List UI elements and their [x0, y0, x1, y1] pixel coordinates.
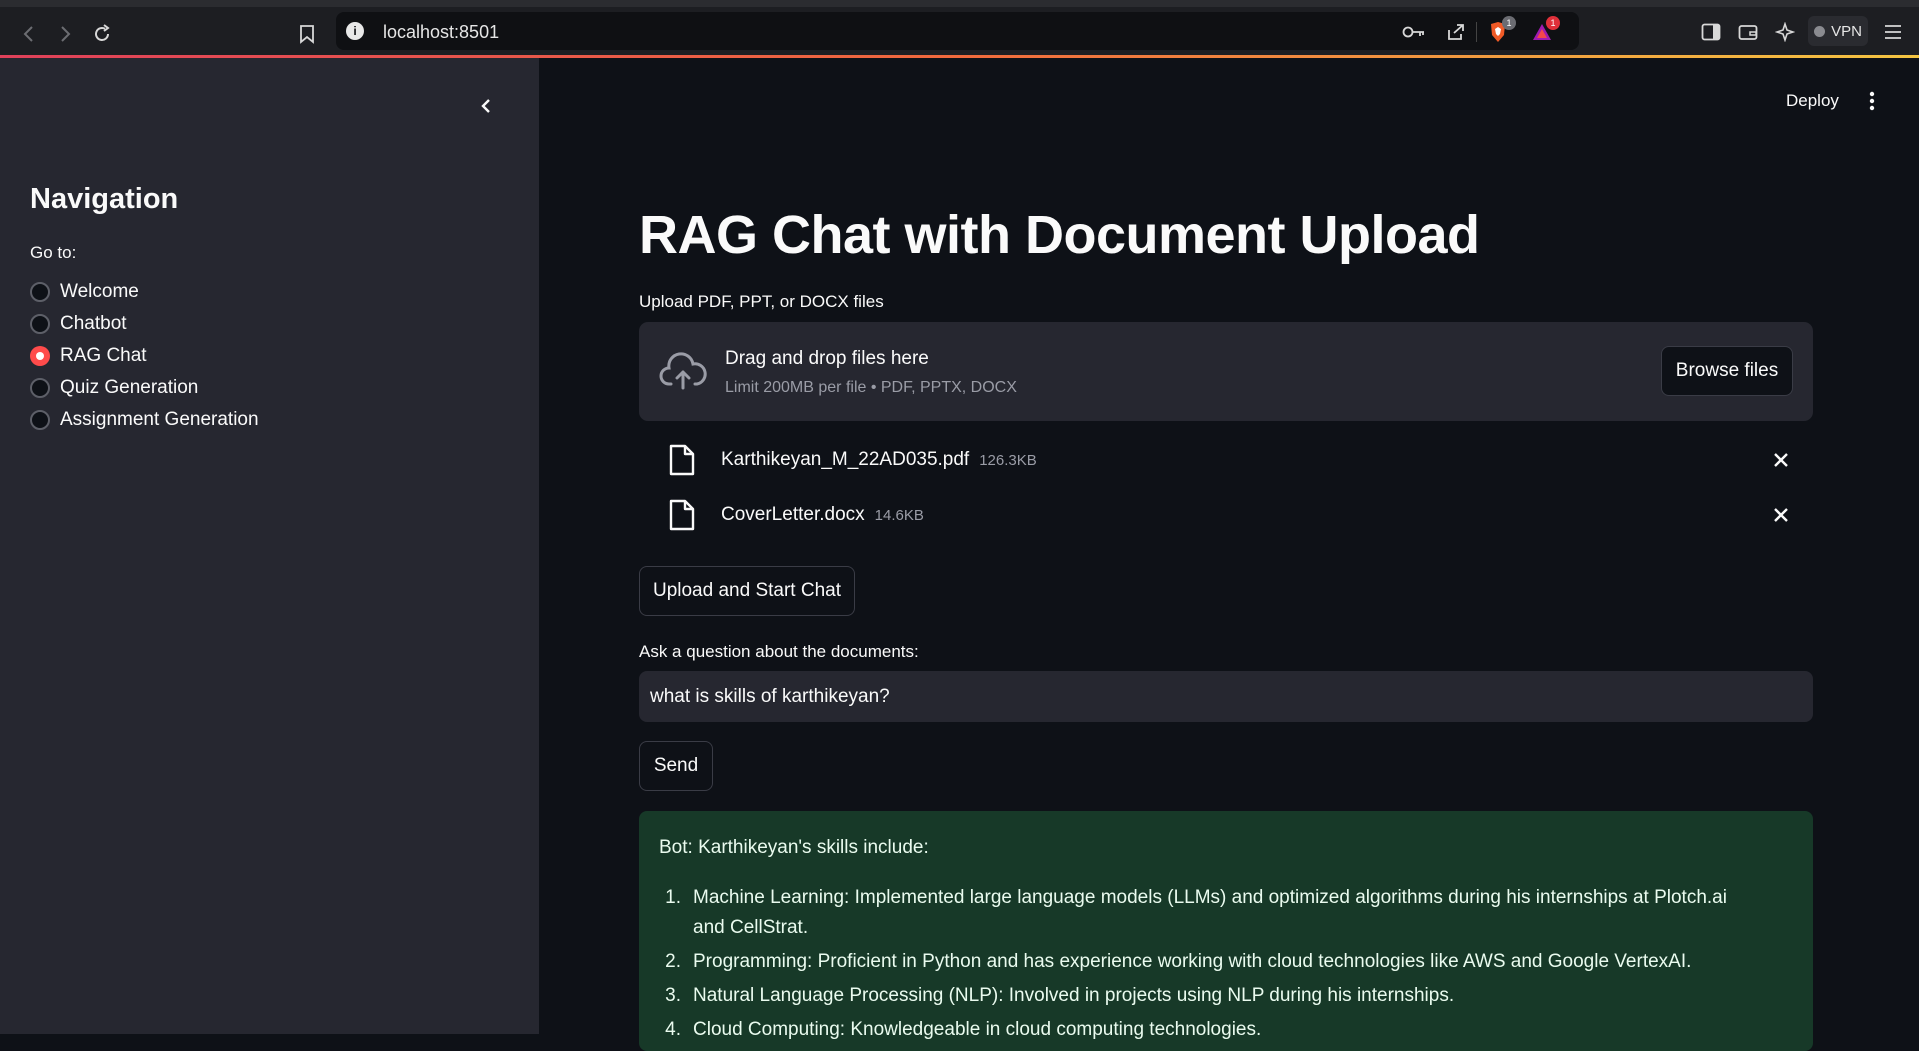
file-dropzone[interactable]: Drag and drop files here Limit 200MB per… [639, 322, 1813, 421]
chevron-right-icon [61, 26, 71, 42]
answer-list: 1. Machine Learning: Implemented large l… [659, 883, 1779, 1049]
remove-file-button[interactable] [1769, 503, 1793, 527]
dropzone-limit-text: Limit 200MB per file • PDF, PPTX, DOCX [725, 379, 1017, 396]
brave-shields-icon[interactable]: 1 [1486, 16, 1516, 44]
nav-option-label: Welcome [60, 281, 139, 302]
reload-button[interactable] [87, 19, 117, 49]
more-vertical-icon [1869, 91, 1875, 111]
bot-answer-box: Bot: Karthikeyan's skills include: 1. Ma… [639, 811, 1813, 1051]
page-title: RAG Chat with Document Upload [639, 205, 1480, 265]
nav-option-label: Chatbot [60, 313, 127, 334]
list-item-number: 4. [665, 1019, 681, 1040]
radio-button-selected[interactable] [30, 346, 50, 366]
radio-button[interactable] [30, 410, 50, 430]
leo-ai-icon[interactable] [1772, 19, 1798, 45]
wallet-icon[interactable] [1735, 19, 1761, 45]
nav-option-label: Assignment Generation [60, 409, 259, 430]
upload-and-start-chat-button[interactable]: Upload and Start Chat [639, 566, 855, 616]
cloud-upload-icon [659, 352, 707, 392]
nav-option-welcome[interactable]: Welcome [30, 276, 259, 308]
collapse-sidebar-button[interactable] [474, 94, 498, 118]
file-icon [665, 498, 699, 532]
bookmark-icon [300, 25, 314, 44]
vpn-status-icon [1814, 25, 1826, 37]
bookmark-button[interactable] [292, 19, 322, 49]
radio-button[interactable] [30, 314, 50, 334]
file-name: Karthikeyan_M_22AD035.pdf [721, 449, 970, 470]
chevron-left-icon [481, 99, 490, 113]
list-item-text: Natural Language Processing (NLP): Invol… [693, 985, 1455, 1006]
goto-label: Go to: [30, 243, 77, 262]
radio-button[interactable] [30, 282, 50, 302]
forward-button[interactable] [50, 19, 80, 49]
sidebar: Navigation Go to: Welcome Chatbot RAG Ch… [0, 58, 539, 1034]
deploy-button[interactable]: Deploy [1786, 91, 1839, 111]
list-item: 3. Natural Language Processing (NLP): In… [659, 981, 1779, 1011]
remove-file-button[interactable] [1769, 448, 1793, 472]
address-bar[interactable]: i localhost:8501 1 1 [336, 12, 1579, 50]
list-item-number: 1. [665, 887, 681, 908]
menu-hamburger-icon[interactable] [1880, 19, 1906, 45]
list-item-number: 3. [665, 985, 681, 1006]
brave-badge: 1 [1502, 16, 1516, 30]
file-uploader-label: Upload PDF, PPT, or DOCX files [639, 292, 884, 311]
radio-button[interactable] [30, 378, 50, 398]
sidebar-title: Navigation [30, 183, 179, 215]
close-icon [1774, 508, 1788, 522]
list-item-text: Machine Learning: Implemented large lang… [693, 887, 1727, 938]
list-item: 2. Programming: Proficient in Python and… [659, 947, 1779, 977]
reload-icon [95, 24, 110, 41]
uploaded-file-row: CoverLetter.docx 14.6KB [665, 497, 1805, 533]
nav-option-quiz-generation[interactable]: Quiz Generation [30, 372, 259, 404]
chevron-left-icon [23, 26, 33, 42]
list-item: 4. Cloud Computing: Knowledgeable in clo… [659, 1015, 1779, 1045]
toolbar-divider [1476, 22, 1477, 42]
nav-option-assignment-generation[interactable]: Assignment Generation [30, 404, 259, 436]
uploaded-file-row: Karthikeyan_M_22AD035.pdf 126.3KB [665, 442, 1805, 478]
list-item-number: 2. [665, 951, 681, 972]
answer-intro: Bot: Karthikeyan's skills include: [659, 837, 929, 858]
file-icon [665, 443, 699, 477]
url-text[interactable]: localhost:8501 [383, 22, 499, 43]
share-icon[interactable] [1444, 20, 1468, 44]
window-top-strip [0, 0, 1919, 7]
vpn-label: VPN [1831, 22, 1862, 40]
question-input[interactable] [639, 671, 1813, 722]
question-input-label: Ask a question about the documents: [639, 642, 919, 661]
nav-option-label: RAG Chat [60, 345, 147, 366]
list-item-text: Programming: Proficient in Python and ha… [693, 951, 1692, 972]
file-size: 126.3KB [979, 451, 1037, 469]
brave-rewards-icon[interactable]: 1 [1530, 16, 1560, 44]
navigation-radio-group: Welcome Chatbot RAG Chat Quiz Generation… [30, 276, 259, 436]
back-button[interactable] [14, 19, 44, 49]
file-size: 14.6KB [874, 506, 924, 524]
sidebar-toggle-icon[interactable] [1698, 19, 1724, 45]
dropzone-title: Drag and drop files here [725, 348, 929, 369]
send-button[interactable]: Send [639, 741, 713, 791]
rewards-badge: 1 [1546, 16, 1560, 30]
list-item-text: Cloud Computing: Knowledgeable in cloud … [693, 1019, 1262, 1040]
nav-option-chatbot[interactable]: Chatbot [30, 308, 259, 340]
site-info-icon[interactable]: i [346, 22, 364, 40]
main-menu-button[interactable] [1862, 90, 1882, 112]
list-item: 1. Machine Learning: Implemented large l… [659, 883, 1779, 943]
close-icon [1774, 453, 1788, 467]
file-name: CoverLetter.docx [721, 504, 865, 525]
nav-option-rag-chat[interactable]: RAG Chat [30, 340, 259, 372]
vpn-button[interactable]: VPN [1808, 16, 1868, 46]
browse-files-button[interactable]: Browse files [1661, 346, 1793, 396]
nav-option-label: Quiz Generation [60, 377, 199, 398]
password-key-icon[interactable] [1402, 20, 1426, 44]
browser-toolbar: i localhost:8501 1 1 VPN [0, 7, 1919, 55]
